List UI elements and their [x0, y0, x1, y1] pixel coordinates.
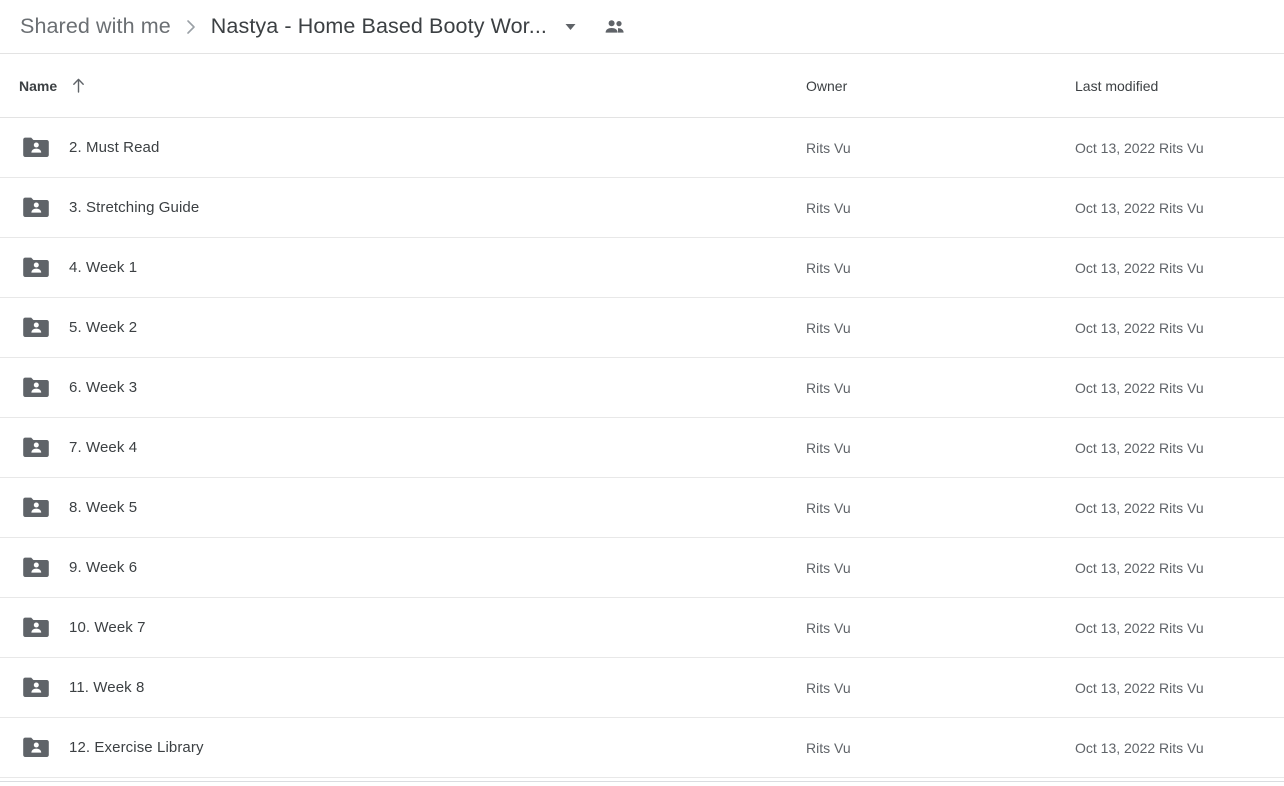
file-last-modified: Oct 13, 2022 Rits Vu	[1075, 619, 1204, 636]
file-last-modified: Oct 13, 2022 Rits Vu	[1075, 139, 1204, 156]
file-list: 2. Must Read Rits Vu Oct 13, 2022 Rits V…	[0, 118, 1284, 778]
file-owner: Rits Vu	[806, 439, 851, 456]
file-name[interactable]: 9. Week 6	[69, 559, 137, 576]
file-owner: Rits Vu	[806, 139, 851, 156]
file-name[interactable]: 5. Week 2	[69, 319, 137, 336]
file-owner: Rits Vu	[806, 619, 851, 636]
table-row[interactable]: 7. Week 4 Rits Vu Oct 13, 2022 Rits Vu	[0, 418, 1284, 478]
people-icon[interactable]	[604, 19, 626, 35]
table-row[interactable]: 3. Stretching Guide Rits Vu Oct 13, 2022…	[0, 178, 1284, 238]
column-header-last-modified[interactable]: Last modified	[1075, 78, 1158, 94]
file-owner: Rits Vu	[806, 739, 851, 756]
file-owner: Rits Vu	[806, 199, 851, 216]
shared-folder-icon	[22, 616, 50, 640]
shared-folder-icon	[22, 376, 50, 400]
breadcrumb-current-folder[interactable]: Nastya - Home Based Booty Wor...	[211, 14, 547, 39]
table-row[interactable]: 2. Must Read Rits Vu Oct 13, 2022 Rits V…	[0, 118, 1284, 178]
caret-down-icon[interactable]	[563, 19, 578, 34]
table-row[interactable]: 11. Week 8 Rits Vu Oct 13, 2022 Rits Vu	[0, 658, 1284, 718]
file-name[interactable]: 10. Week 7	[69, 619, 146, 636]
chevron-right-icon	[185, 18, 198, 36]
file-owner: Rits Vu	[806, 319, 851, 336]
file-last-modified: Oct 13, 2022 Rits Vu	[1075, 199, 1204, 216]
list-bottom-divider	[0, 781, 1284, 782]
column-header-name-label: Name	[19, 77, 58, 94]
shared-folder-icon	[22, 256, 50, 280]
shared-folder-icon	[22, 676, 50, 700]
table-row[interactable]: 5. Week 2 Rits Vu Oct 13, 2022 Rits Vu	[0, 298, 1284, 358]
table-row[interactable]: 8. Week 5 Rits Vu Oct 13, 2022 Rits Vu	[0, 478, 1284, 538]
file-last-modified: Oct 13, 2022 Rits Vu	[1075, 319, 1204, 336]
file-last-modified: Oct 13, 2022 Rits Vu	[1075, 379, 1204, 396]
file-name[interactable]: 4. Week 1	[69, 259, 137, 276]
column-header-owner[interactable]: Owner	[806, 78, 847, 94]
shared-folder-icon	[22, 736, 50, 760]
column-header-name[interactable]: Name	[19, 77, 86, 94]
breadcrumb-parent-link[interactable]: Shared with me	[20, 14, 171, 39]
file-owner: Rits Vu	[806, 379, 851, 396]
table-row[interactable]: 9. Week 6 Rits Vu Oct 13, 2022 Rits Vu	[0, 538, 1284, 598]
shared-folder-icon	[22, 316, 50, 340]
shared-folder-icon	[22, 436, 50, 460]
file-last-modified: Oct 13, 2022 Rits Vu	[1075, 739, 1204, 756]
file-last-modified: Oct 13, 2022 Rits Vu	[1075, 259, 1204, 276]
file-last-modified: Oct 13, 2022 Rits Vu	[1075, 679, 1204, 696]
shared-folder-icon	[22, 496, 50, 520]
file-last-modified: Oct 13, 2022 Rits Vu	[1075, 439, 1204, 456]
file-owner: Rits Vu	[806, 559, 851, 576]
file-owner: Rits Vu	[806, 499, 851, 516]
file-name[interactable]: 8. Week 5	[69, 499, 137, 516]
file-name[interactable]: 6. Week 3	[69, 379, 137, 396]
table-row[interactable]: 4. Week 1 Rits Vu Oct 13, 2022 Rits Vu	[0, 238, 1284, 298]
shared-folder-icon	[22, 556, 50, 580]
file-owner: Rits Vu	[806, 679, 851, 696]
table-row[interactable]: 12. Exercise Library Rits Vu Oct 13, 202…	[0, 718, 1284, 778]
arrow-up-icon[interactable]	[71, 77, 86, 94]
file-name[interactable]: 12. Exercise Library	[69, 739, 204, 756]
shared-folder-icon	[22, 196, 50, 220]
file-last-modified: Oct 13, 2022 Rits Vu	[1075, 559, 1204, 576]
file-name[interactable]: 2. Must Read	[69, 139, 159, 156]
file-owner: Rits Vu	[806, 259, 851, 276]
file-last-modified: Oct 13, 2022 Rits Vu	[1075, 499, 1204, 516]
file-name[interactable]: 7. Week 4	[69, 439, 137, 456]
file-name[interactable]: 3. Stretching Guide	[69, 199, 199, 216]
column-header-row: Name Owner Last modified	[0, 54, 1284, 118]
breadcrumb-bar: Shared with me Nastya - Home Based Booty…	[0, 0, 1284, 54]
table-row[interactable]: 10. Week 7 Rits Vu Oct 13, 2022 Rits Vu	[0, 598, 1284, 658]
file-name[interactable]: 11. Week 8	[69, 679, 145, 696]
table-row[interactable]: 6. Week 3 Rits Vu Oct 13, 2022 Rits Vu	[0, 358, 1284, 418]
shared-folder-icon	[22, 136, 50, 160]
